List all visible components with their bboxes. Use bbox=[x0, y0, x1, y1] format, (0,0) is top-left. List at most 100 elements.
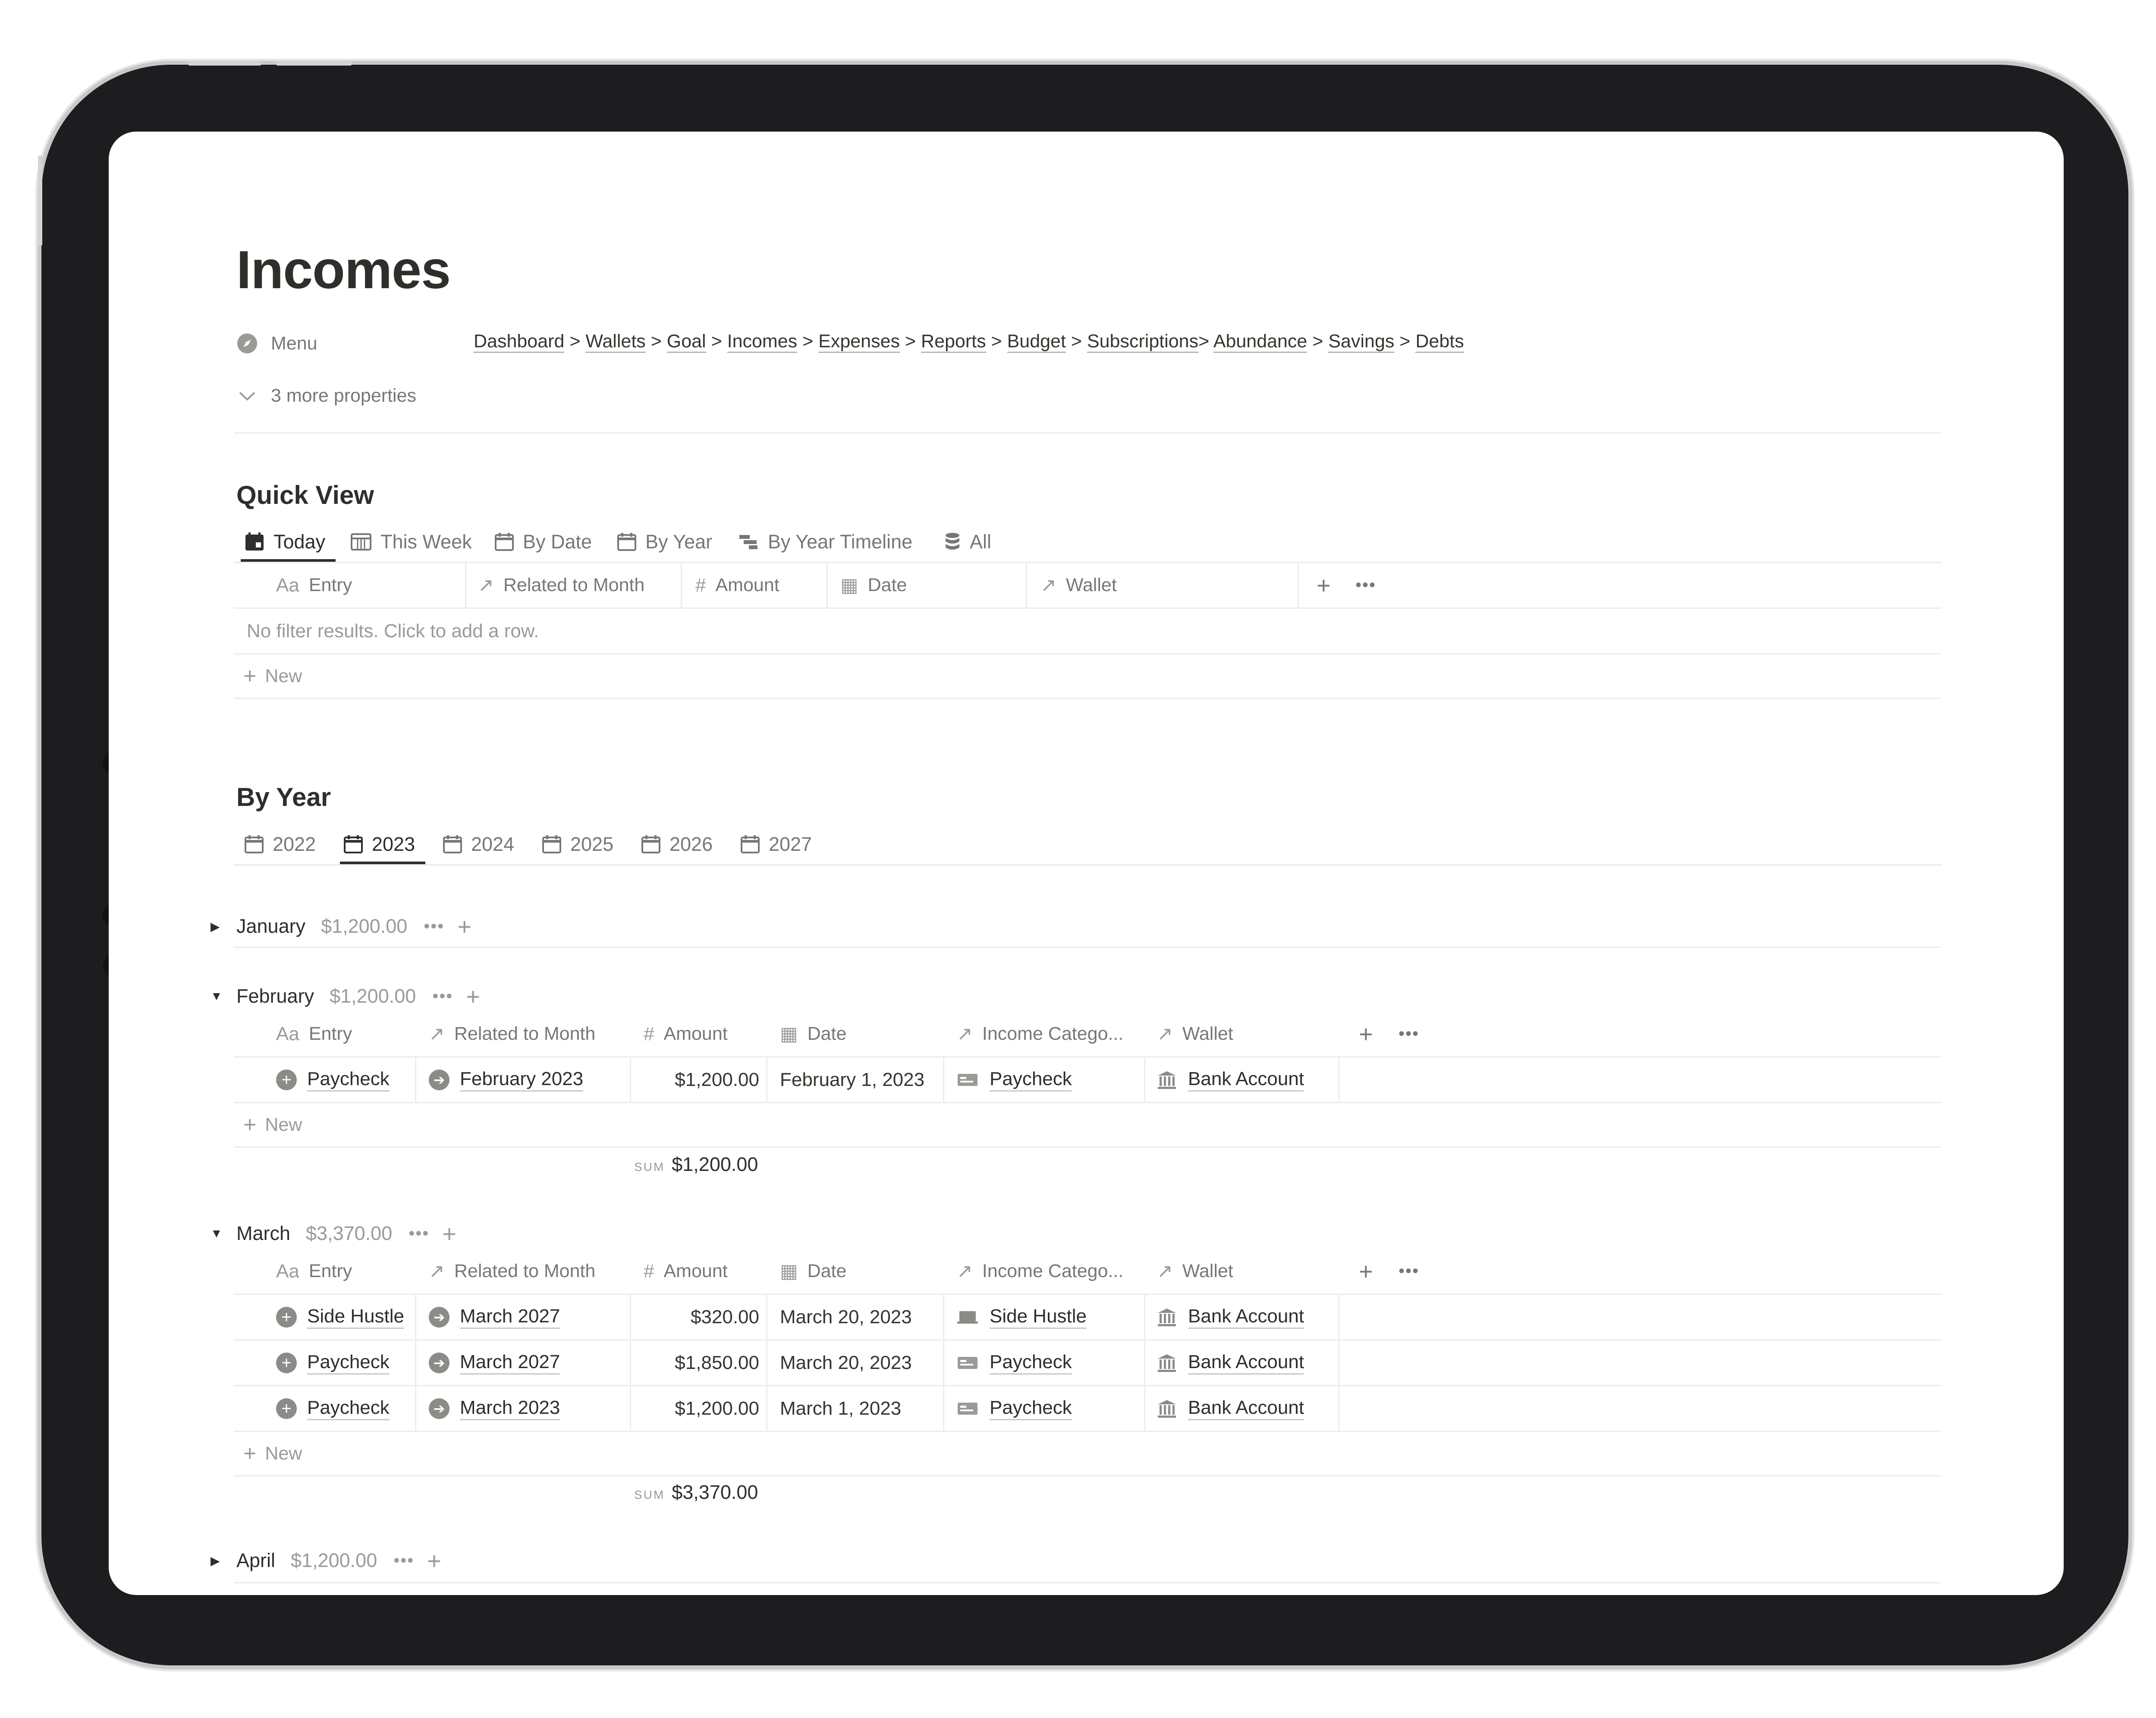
column-entry[interactable]: Aa Entry bbox=[276, 1249, 352, 1293]
column-date[interactable]: ▦ Date bbox=[840, 563, 907, 607]
calendar-icon bbox=[542, 835, 561, 853]
tab-this-week[interactable]: This Week bbox=[350, 523, 472, 560]
group-march[interactable]: ▼ March $3,370.00 ••• + bbox=[211, 1220, 456, 1248]
laptop-icon bbox=[957, 1310, 978, 1325]
column-amount[interactable]: # Amount bbox=[644, 1012, 728, 1056]
column-wallet[interactable]: ↗ Wallet bbox=[1157, 1249, 1233, 1293]
group-april[interactable]: ▶ April $1,200.00 ••• + bbox=[211, 1547, 441, 1575]
column-date[interactable]: ▦ Date bbox=[780, 1012, 846, 1056]
breadcrumb-separator: > bbox=[1198, 331, 1213, 352]
nav-link-abundance[interactable]: Abundance bbox=[1213, 331, 1307, 353]
new-row-button[interactable]: + New bbox=[234, 1103, 1941, 1148]
nav-link-reports[interactable]: Reports bbox=[921, 331, 986, 353]
column-related-to-month[interactable]: ↗ Related to Month bbox=[429, 1249, 595, 1293]
more-properties-toggle[interactable]: 3 more properties bbox=[236, 385, 416, 406]
triangle-down-icon[interactable]: ▼ bbox=[211, 989, 236, 1003]
plus-icon[interactable]: + bbox=[442, 1220, 456, 1248]
menu-label: Menu bbox=[271, 333, 317, 354]
tab-2026[interactable]: 2026 bbox=[641, 825, 713, 863]
bank-icon bbox=[1157, 1070, 1177, 1089]
nav-link-subscriptions[interactable]: Subscriptions bbox=[1087, 331, 1199, 353]
new-row-button[interactable]: + New bbox=[234, 654, 1941, 699]
by-year-tabs: 2022 2023 2024 2025 2026 2027 bbox=[234, 825, 1941, 865]
breadcrumb-separator: > bbox=[645, 331, 667, 352]
menu-property[interactable]: Menu bbox=[236, 333, 317, 354]
more-options-icon[interactable]: ••• bbox=[1399, 1012, 1419, 1056]
add-column-plus-icon[interactable]: + bbox=[1359, 1249, 1373, 1293]
column-date[interactable]: ▦ Date bbox=[780, 1249, 846, 1293]
nav-link-debts[interactable]: Debts bbox=[1415, 331, 1464, 353]
table-row[interactable]: + Paycheck ➔ February 2023 $1,200.00 Febru… bbox=[234, 1057, 1941, 1103]
column-amount[interactable]: # Amount bbox=[644, 1249, 728, 1293]
triangle-right-icon[interactable]: ▶ bbox=[211, 1554, 236, 1568]
tab-2023[interactable]: 2023 bbox=[339, 825, 426, 864]
group-january[interactable]: ▶ January $1,200.00 ••• + bbox=[211, 912, 471, 941]
arrow-circle-icon: ➔ bbox=[429, 1306, 449, 1328]
column-related-to-month[interactable]: ↗ Related to Month bbox=[429, 1012, 595, 1056]
tab-today[interactable]: Today bbox=[240, 523, 336, 562]
plus-icon[interactable]: + bbox=[427, 1547, 441, 1575]
nav-link-wallets[interactable]: Wallets bbox=[585, 331, 646, 353]
sum-total[interactable]: SUM $3,370.00 bbox=[634, 1481, 758, 1504]
nav-link-dashboard[interactable]: Dashboard bbox=[474, 331, 565, 353]
column-amount[interactable]: # Amount bbox=[695, 563, 779, 607]
empty-results-row[interactable]: No filter results. Click to add a row. bbox=[234, 609, 1941, 654]
breadcrumb-separator: > bbox=[1394, 331, 1416, 352]
plus-icon[interactable]: + bbox=[466, 982, 480, 1010]
tab-by-year-timeline[interactable]: By Year Timeline bbox=[738, 523, 912, 560]
table-row[interactable]: + Side Hustle ➔ March 2027 $320.00 March 2… bbox=[234, 1295, 1941, 1340]
plus-icon[interactable]: + bbox=[457, 912, 471, 941]
by-year-heading: By Year bbox=[236, 783, 331, 812]
calendar-icon: ▦ bbox=[840, 575, 858, 596]
number-hash-icon: # bbox=[695, 574, 706, 596]
more-options-icon[interactable]: ••• bbox=[1355, 563, 1376, 607]
nav-link-savings[interactable]: Savings bbox=[1328, 331, 1395, 353]
table-row[interactable]: + Paycheck ➔ March 2027 $1,850.00 March 20… bbox=[234, 1340, 1941, 1386]
more-options-icon[interactable]: ••• bbox=[424, 917, 444, 936]
calendar-icon bbox=[495, 532, 514, 551]
database-icon bbox=[946, 532, 959, 550]
bank-icon bbox=[1157, 1353, 1177, 1372]
plus-circle-icon: + bbox=[276, 1306, 297, 1328]
column-related-to-month[interactable]: ↗ Related to Month bbox=[478, 563, 644, 607]
tab-all[interactable]: All bbox=[944, 523, 991, 560]
nav-link-goal[interactable]: Goal bbox=[666, 331, 706, 353]
nav-link-incomes[interactable]: Incomes bbox=[727, 331, 798, 353]
tab-2022[interactable]: 2022 bbox=[244, 825, 316, 863]
tab-2027[interactable]: 2027 bbox=[740, 825, 812, 863]
divider bbox=[234, 432, 1941, 434]
column-entry[interactable]: Aa Entry bbox=[276, 1012, 352, 1056]
chevron-down-icon bbox=[239, 392, 255, 401]
triangle-right-icon[interactable]: ▶ bbox=[211, 919, 236, 934]
tab-2024[interactable]: 2024 bbox=[443, 825, 514, 863]
plus-icon: + bbox=[243, 1112, 257, 1137]
more-options-icon[interactable]: ••• bbox=[1399, 1249, 1419, 1293]
sum-total[interactable]: SUM $1,200.00 bbox=[634, 1153, 758, 1176]
more-options-icon[interactable]: ••• bbox=[409, 1224, 429, 1243]
more-options-icon[interactable]: ••• bbox=[432, 987, 453, 1006]
arrow-circle-icon: ➔ bbox=[429, 1398, 449, 1419]
quick-view-header-row: Aa Entry ↗ Related to Month # Amount ▦ Date … bbox=[234, 563, 1941, 609]
add-column-plus-icon[interactable]: + bbox=[1317, 563, 1331, 607]
triangle-down-icon[interactable]: ▼ bbox=[211, 1227, 236, 1240]
more-options-icon[interactable]: ••• bbox=[393, 1551, 414, 1570]
group-february[interactable]: ▼ February $1,200.00 ••• + bbox=[211, 982, 480, 1010]
column-wallet[interactable]: ↗ Wallet bbox=[1040, 563, 1117, 607]
divider bbox=[234, 1582, 1941, 1583]
tab-by-date[interactable]: By Date bbox=[494, 523, 592, 560]
breadcrumb-separator: > bbox=[1065, 331, 1087, 352]
paycheck-icon bbox=[957, 1073, 978, 1087]
column-income-category[interactable]: ↗ Income Catego... bbox=[957, 1249, 1123, 1293]
column-entry[interactable]: Aa Entry bbox=[276, 563, 352, 607]
nav-link-expenses[interactable]: Expenses bbox=[818, 331, 900, 353]
table-row[interactable]: + Paycheck ➔ March 2023 $1,200.00 March 1,… bbox=[234, 1386, 1941, 1432]
column-wallet[interactable]: ↗ Wallet bbox=[1157, 1012, 1233, 1056]
new-row-button[interactable]: + New bbox=[234, 1432, 1941, 1476]
calendar-icon bbox=[344, 835, 363, 853]
plus-circle-icon: + bbox=[276, 1352, 297, 1373]
column-income-category[interactable]: ↗ Income Catego... bbox=[957, 1012, 1123, 1056]
nav-link-budget[interactable]: Budget bbox=[1007, 331, 1066, 353]
add-column-plus-icon[interactable]: + bbox=[1359, 1012, 1373, 1056]
tab-by-year[interactable]: By Year bbox=[617, 523, 712, 560]
tab-2025[interactable]: 2025 bbox=[542, 825, 613, 863]
